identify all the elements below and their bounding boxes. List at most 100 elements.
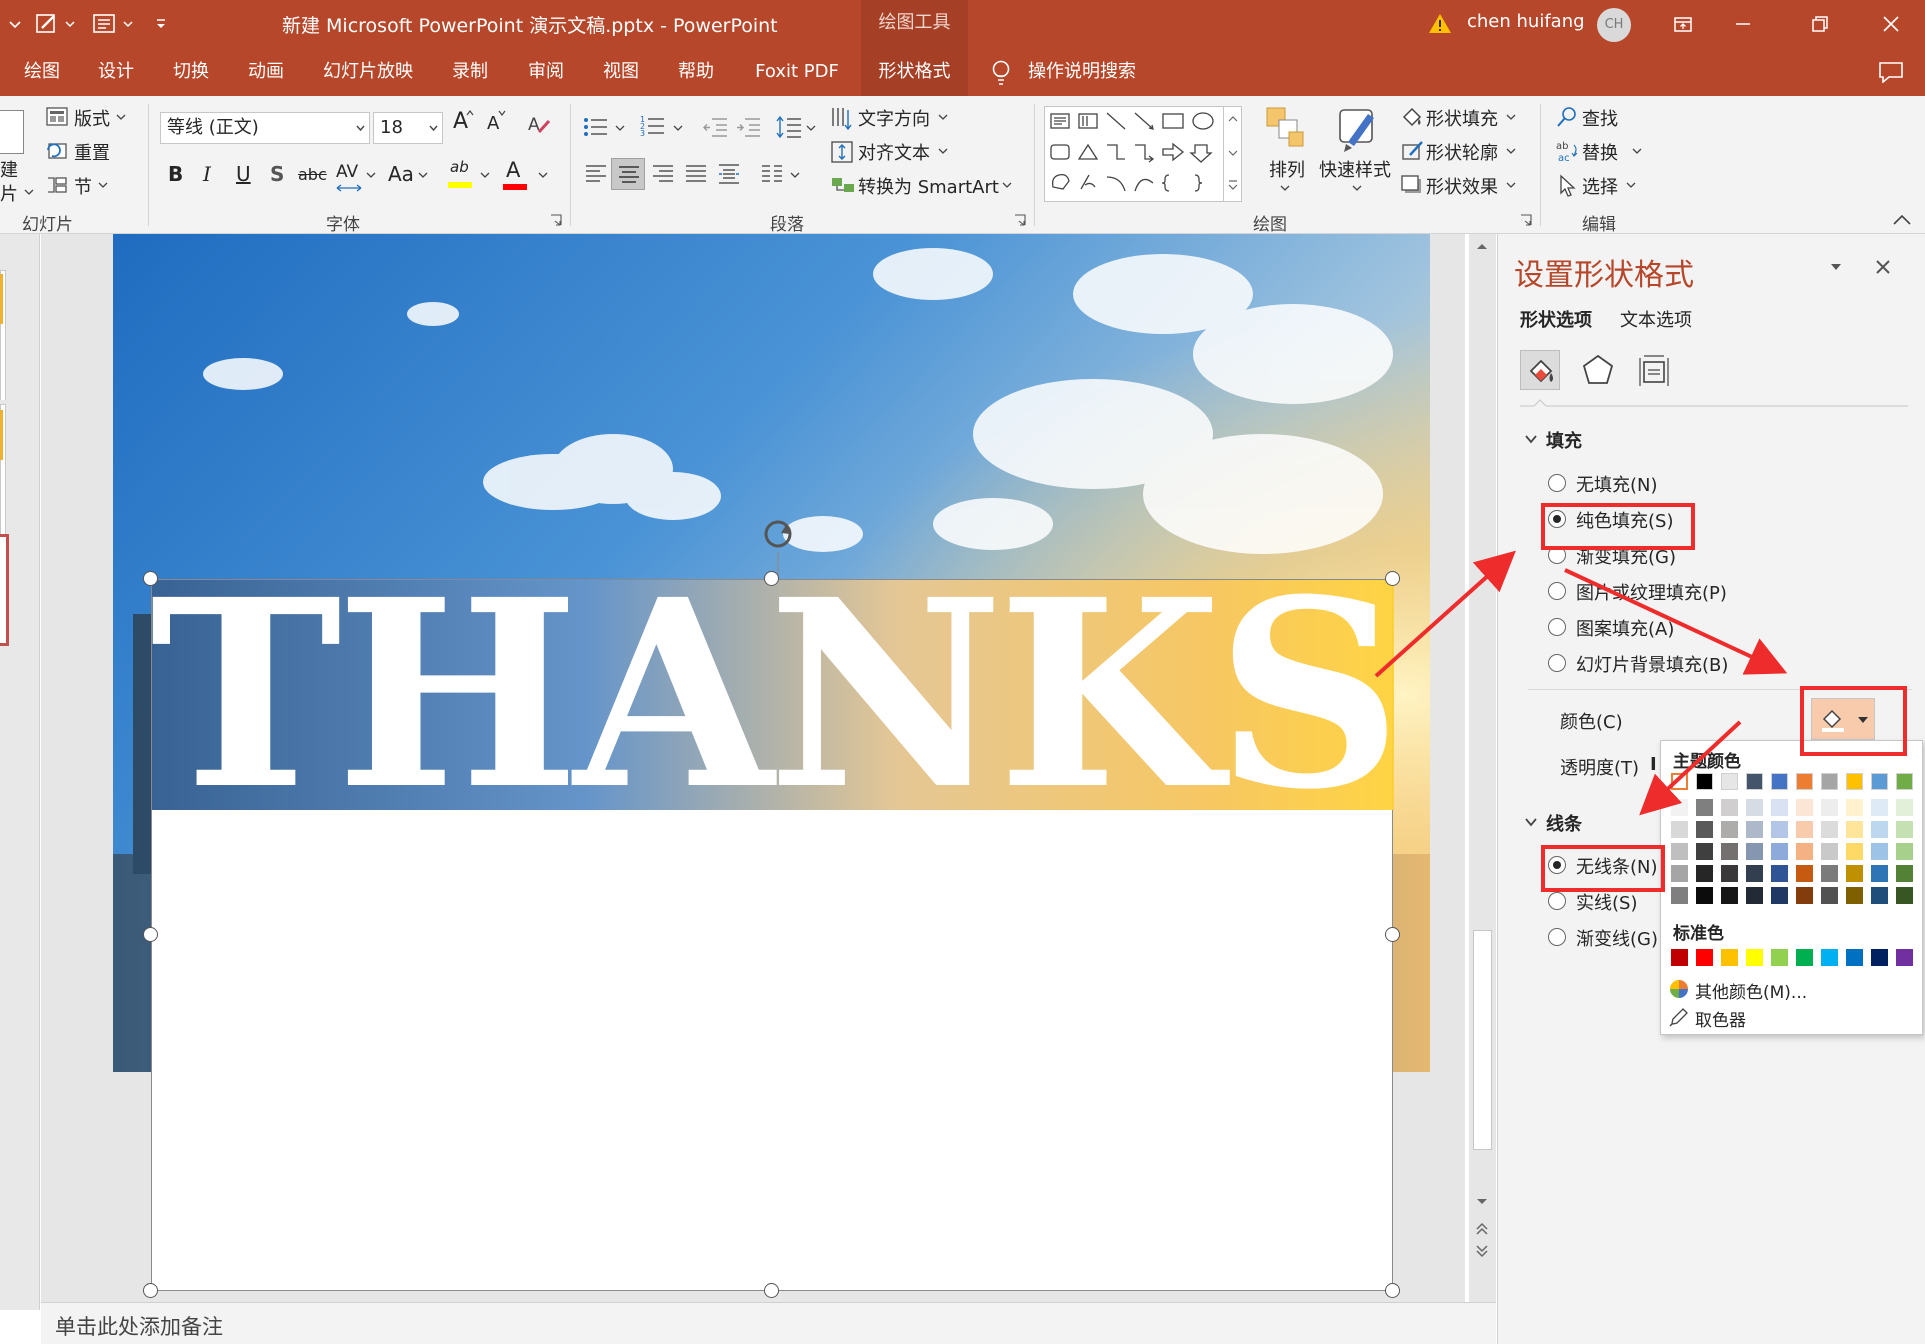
close-icon[interactable] xyxy=(1874,258,1892,276)
minimize-button[interactable] xyxy=(1713,0,1773,48)
scroll-down-icon[interactable] xyxy=(1474,1196,1490,1208)
select-button[interactable]: 选择 xyxy=(1582,173,1618,199)
theme-shade-swatch[interactable] xyxy=(1796,865,1813,882)
scroll-thumb[interactable] xyxy=(1473,930,1492,1150)
tab-foxit-pdf[interactable]: Foxit PDF xyxy=(741,48,853,96)
theme-shade-swatch[interactable] xyxy=(1896,865,1913,882)
shapes-gallery[interactable] xyxy=(1044,106,1242,202)
label-gradient-line[interactable]: 渐变线(G) xyxy=(1576,925,1658,951)
scroll-up-icon[interactable] xyxy=(1474,240,1490,252)
convert-smartart-button[interactable]: 转换为 SmartArt xyxy=(858,173,999,199)
pane-options-icon[interactable] xyxy=(1829,262,1843,272)
theme-shade-swatch[interactable] xyxy=(1821,865,1838,882)
standard-color-swatch[interactable] xyxy=(1796,949,1813,966)
theme-shade-swatch[interactable] xyxy=(1671,865,1688,882)
underline-button[interactable]: U xyxy=(236,162,251,186)
comments-icon[interactable] xyxy=(1878,61,1904,83)
resize-handle-left[interactable] xyxy=(143,927,158,942)
restore-button[interactable] xyxy=(1790,0,1850,48)
chevron-down-icon[interactable] xyxy=(1524,434,1538,444)
tab-animations[interactable]: 动画 xyxy=(232,48,300,96)
section-button[interactable]: 节 xyxy=(74,173,92,199)
collapse-ribbon-icon[interactable] xyxy=(1892,214,1912,226)
theme-shade-swatch[interactable] xyxy=(1746,865,1763,882)
font-size-combo[interactable]: 18 xyxy=(373,112,443,144)
character-spacing-button[interactable]: AV xyxy=(336,162,358,182)
close-window-button[interactable] xyxy=(1861,0,1921,48)
new-slide-label-1[interactable]: 建 xyxy=(0,156,18,182)
user-name[interactable]: chen huifang xyxy=(1467,11,1585,32)
quick-styles-button[interactable]: 快速样式 xyxy=(1319,156,1391,182)
tab-review[interactable]: 审阅 xyxy=(512,48,580,96)
dialog-launcher-icon[interactable] xyxy=(550,214,562,226)
fill-section-header[interactable]: 填充 xyxy=(1546,427,1582,453)
text-direction-button[interactable]: 文字方向 xyxy=(858,105,930,131)
theme-shade-swatch[interactable] xyxy=(1696,865,1713,882)
theme-shade-swatch[interactable] xyxy=(1846,865,1863,882)
theme-shade-swatch[interactable] xyxy=(1871,865,1888,882)
ribbon-display-button[interactable] xyxy=(1653,0,1713,48)
resize-handle-right[interactable] xyxy=(1385,927,1400,942)
tab-transitions[interactable]: 切换 xyxy=(157,48,225,96)
slide-thumbnail-3-selected[interactable] xyxy=(0,534,9,646)
tab-slideshow[interactable]: 幻灯片放映 xyxy=(312,48,424,96)
font-color-button[interactable]: A xyxy=(506,158,520,182)
text-shadow-button[interactable]: S xyxy=(270,162,284,186)
tab-draw[interactable]: 绘图 xyxy=(8,48,76,96)
new-slide-icon[interactable] xyxy=(0,110,24,154)
size-properties-category-icon[interactable] xyxy=(1636,352,1672,388)
resize-handle-top[interactable] xyxy=(764,571,779,586)
standard-color-swatch[interactable] xyxy=(1846,949,1863,966)
standard-color-swatch[interactable] xyxy=(1721,949,1738,966)
tab-shape-format[interactable]: 形状格式 xyxy=(861,48,968,96)
theme-shade-swatch[interactable] xyxy=(1896,887,1913,904)
slide-thanks-text[interactable]: THANKS xyxy=(150,566,1402,824)
tab-shape-options[interactable]: 形状选项 xyxy=(1520,306,1592,332)
rotate-handle[interactable] xyxy=(755,512,801,582)
warning-icon[interactable] xyxy=(1428,12,1452,34)
align-right-icon[interactable] xyxy=(651,163,675,185)
reset-button[interactable]: 重置 xyxy=(74,139,110,165)
autosave-menu[interactable] xyxy=(8,10,22,38)
tab-record[interactable]: 录制 xyxy=(436,48,504,96)
fill-line-category[interactable] xyxy=(1520,350,1560,390)
avatar[interactable]: CH xyxy=(1597,8,1631,42)
radio-gradient-line[interactable] xyxy=(1548,928,1566,946)
tell-me-search[interactable]: 操作说明搜索 xyxy=(1028,48,1148,96)
increase-indent-icon[interactable] xyxy=(735,116,761,138)
radio-solid-line[interactable] xyxy=(1548,892,1566,910)
resize-handle-top-left[interactable] xyxy=(143,571,158,586)
clear-formatting-icon[interactable]: A xyxy=(526,112,552,138)
theme-shade-swatch[interactable] xyxy=(1696,887,1713,904)
shape-outline-button[interactable]: 形状轮廓 xyxy=(1426,139,1498,165)
shape-effects-button[interactable]: 形状效果 xyxy=(1426,173,1498,199)
tab-view[interactable]: 视图 xyxy=(587,48,655,96)
standard-color-swatch[interactable] xyxy=(1671,949,1688,966)
theme-shade-swatch[interactable] xyxy=(1721,887,1738,904)
standard-color-swatch[interactable] xyxy=(1696,949,1713,966)
standard-color-swatch[interactable] xyxy=(1871,949,1888,966)
align-text-button[interactable]: 对齐文本 xyxy=(858,139,930,165)
eyedropper-item[interactable]: 取色器 xyxy=(1695,1006,1746,1031)
italic-button[interactable]: I xyxy=(203,162,211,186)
font-name-combo[interactable]: 等线 (正文) xyxy=(160,112,370,144)
standard-color-swatch[interactable] xyxy=(1746,949,1763,966)
theme-shade-swatch[interactable] xyxy=(1771,887,1788,904)
shrink-font-button[interactable]: A xyxy=(487,113,499,134)
theme-shade-swatch[interactable] xyxy=(1771,865,1788,882)
align-center-button[interactable] xyxy=(611,158,645,190)
justify-icon[interactable] xyxy=(684,163,708,185)
replace-button[interactable]: 替换 xyxy=(1582,139,1618,165)
tab-help[interactable]: 帮助 xyxy=(662,48,730,96)
strikethrough-button[interactable]: abc xyxy=(298,165,327,184)
align-left-icon[interactable] xyxy=(584,163,608,185)
theme-shade-swatch[interactable] xyxy=(1846,887,1863,904)
label-no-fill[interactable]: 无填充(N) xyxy=(1576,471,1658,497)
new-slide-label-2[interactable]: 片 xyxy=(0,180,18,206)
line-spacing-icon[interactable] xyxy=(776,114,802,140)
standard-color-swatch[interactable] xyxy=(1771,949,1788,966)
effects-category-icon[interactable] xyxy=(1580,352,1616,388)
theme-shade-swatch[interactable] xyxy=(1721,865,1738,882)
selected-shape[interactable]: THANKS xyxy=(150,566,1402,1291)
decrease-indent-icon[interactable] xyxy=(702,116,728,138)
